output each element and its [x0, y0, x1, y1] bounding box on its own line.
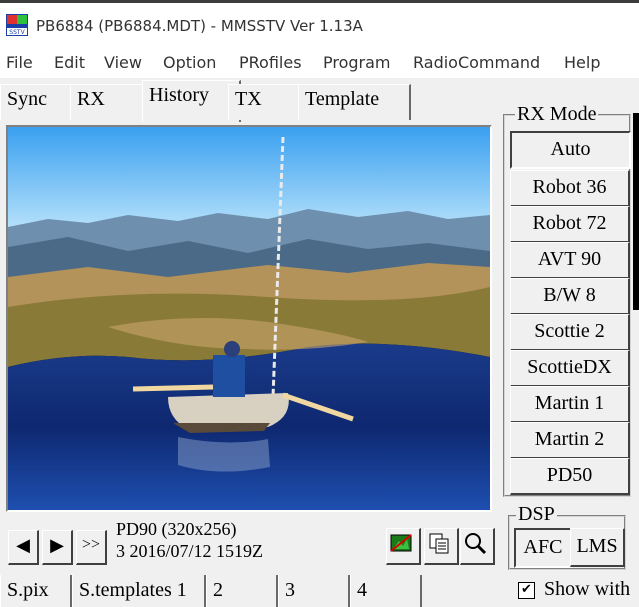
tab-s-templates-1[interactable]: S.templates 1: [72, 575, 206, 607]
dsp-label: DSP: [516, 503, 557, 526]
menu-radiocommand[interactable]: RadioCommand: [413, 53, 540, 72]
menu-edit[interactable]: Edit: [54, 53, 85, 72]
app-icon-text: SSTV: [9, 29, 25, 36]
rx-mode-martin2-button[interactable]: Martin 2: [510, 422, 630, 459]
dsp-lms-button[interactable]: LMS: [570, 528, 625, 567]
history-control-row: ◀ ▶ >> PD90 (320x256) 3 2016/07/12 1519Z: [0, 518, 505, 570]
menu-file[interactable]: File: [6, 53, 33, 72]
menu-help[interactable]: Help: [564, 53, 600, 72]
tab-s-pix[interactable]: S.pix: [0, 575, 72, 607]
level-meter-strip: [633, 113, 639, 310]
rx-mode-bw8-button[interactable]: B/W 8: [510, 278, 630, 315]
title-bar: SSTV PB6884 (PB6884.MDT) - MMSSTV Ver 1.…: [0, 0, 639, 46]
entry-info: 3 2016/07/12 1519Z: [116, 541, 263, 561]
mmsstv-app-icon: SSTV: [6, 14, 28, 36]
tab-page-4[interactable]: 4: [350, 575, 422, 607]
main-tabs: Sync RX History TX Template: [0, 80, 505, 122]
received-sstv-image: [8, 127, 490, 510]
tab-page-3[interactable]: 3: [278, 575, 350, 607]
menu-view[interactable]: View: [104, 53, 142, 72]
rx-mode-martin1-button[interactable]: Martin 1: [510, 386, 630, 423]
show-with-label: Show with: [544, 578, 631, 600]
rx-mode-auto-button[interactable]: Auto: [510, 131, 631, 169]
dsp-afc-button[interactable]: AFC: [514, 528, 572, 568]
image-edit-icon: [390, 534, 412, 552]
zoom-button[interactable]: [460, 528, 495, 565]
rx-mode-pd50-button[interactable]: PD50: [510, 458, 630, 495]
window-title: PB6884 (PB6884.MDT) - MMSSTV Ver 1.13A: [36, 17, 363, 35]
rx-mode-avt90-button[interactable]: AVT 90: [510, 242, 630, 279]
tab-template[interactable]: Template: [298, 84, 411, 120]
magnifier-icon: [465, 533, 487, 555]
menu-bar: File Edit View Option PRofiles Program R…: [0, 46, 639, 78]
copy-button[interactable]: [424, 528, 459, 565]
rx-mode-scottie2-button[interactable]: Scottie 2: [510, 314, 630, 351]
prev-image-button[interactable]: ◀: [8, 530, 39, 565]
menu-option[interactable]: Option: [163, 53, 216, 72]
last-image-button[interactable]: >>: [76, 530, 107, 565]
copy-icon: [429, 533, 449, 554]
received-image-panel[interactable]: [6, 125, 492, 512]
image-tool-button[interactable]: [386, 528, 421, 565]
show-with-checkbox[interactable]: ✔: [518, 582, 535, 599]
tab-page-2[interactable]: 2: [206, 575, 278, 607]
history-info: PD90 (320x256) 3 2016/07/12 1519Z: [116, 518, 263, 562]
rx-mode-label: RX Mode: [515, 103, 599, 126]
mode-info: PD90 (320x256): [116, 519, 237, 539]
rx-mode-scottiedx-button[interactable]: ScottieDX: [510, 350, 630, 387]
rx-mode-robot36-button[interactable]: Robot 36: [510, 170, 630, 207]
tab-history[interactable]: History: [142, 80, 241, 122]
next-image-button[interactable]: ▶: [42, 530, 73, 565]
menu-program[interactable]: Program: [323, 53, 391, 72]
menu-profiles[interactable]: PRofiles: [239, 53, 302, 72]
bottom-tabs: S.pix S.templates 1 2 3 4: [0, 575, 505, 607]
rx-mode-robot72-button[interactable]: Robot 72: [510, 206, 630, 243]
